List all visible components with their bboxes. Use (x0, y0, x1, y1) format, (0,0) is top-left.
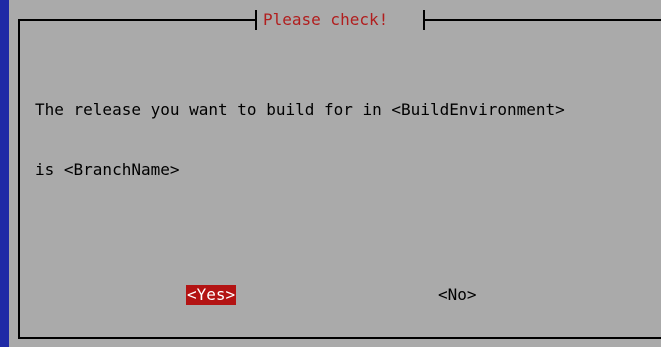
no-button[interactable]: <No> (437, 285, 478, 305)
dialog-frame-top-left (18, 19, 255, 21)
dialog-frame-left (18, 19, 20, 339)
terminal-screen: Please check! The release you want to bu… (0, 0, 661, 347)
dialog-title: Please check! (263, 10, 389, 29)
dialog-frame-top-right (425, 19, 661, 21)
dialog-message-line-1: The release you want to build for in <Bu… (35, 100, 565, 119)
dialog-message-line-2: is <BranchName> (35, 160, 180, 179)
title-bracket-left (255, 10, 257, 30)
dialog-frame-bottom (18, 337, 661, 339)
confirmation-dialog: Please check! The release you want to bu… (9, 0, 661, 347)
yes-button[interactable]: <Yes> (186, 285, 237, 305)
dialog-message: The release you want to build for in <Bu… (35, 60, 645, 220)
